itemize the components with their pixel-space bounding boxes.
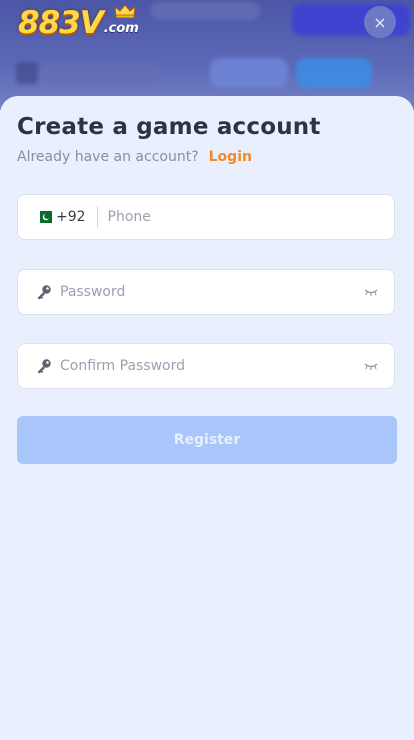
page-title: Create a game account <box>17 114 321 140</box>
eye-closed-icon[interactable] <box>364 287 378 297</box>
password-input[interactable]: Password <box>60 284 125 300</box>
pakistan-flag-icon <box>36 211 52 223</box>
blurred-block <box>16 62 38 84</box>
register-sheet: Create a game account Already have an ac… <box>0 96 414 740</box>
phone-field[interactable]: +92 Phone <box>17 194 395 240</box>
login-prompt-text: Already have an account? <box>17 149 199 165</box>
brand-logo: 883V .com <box>18 4 139 41</box>
register-button[interactable]: Register <box>17 416 397 464</box>
confirm-password-input[interactable]: Confirm Password <box>60 358 185 374</box>
confirm-password-field[interactable]: Confirm Password <box>17 343 395 389</box>
blurred-block <box>150 2 260 20</box>
crown-icon <box>114 4 136 18</box>
phone-input[interactable]: Phone <box>108 209 151 225</box>
key-icon <box>37 285 51 300</box>
logo-text: 883V <box>18 5 104 41</box>
country-code[interactable]: +92 <box>56 209 86 225</box>
close-button[interactable]: × <box>364 6 396 38</box>
blurred-block <box>40 62 160 84</box>
blurred-block <box>296 58 372 88</box>
divider <box>96 206 98 228</box>
key-icon <box>37 359 51 374</box>
login-link[interactable]: Login <box>209 149 252 165</box>
eye-closed-icon[interactable] <box>364 361 378 371</box>
password-field[interactable]: Password <box>17 269 395 315</box>
logo-suffix: .com <box>103 21 139 36</box>
blurred-block <box>210 58 288 88</box>
close-icon: × <box>373 12 387 32</box>
login-prompt: Already have an account? Login <box>17 149 252 165</box>
